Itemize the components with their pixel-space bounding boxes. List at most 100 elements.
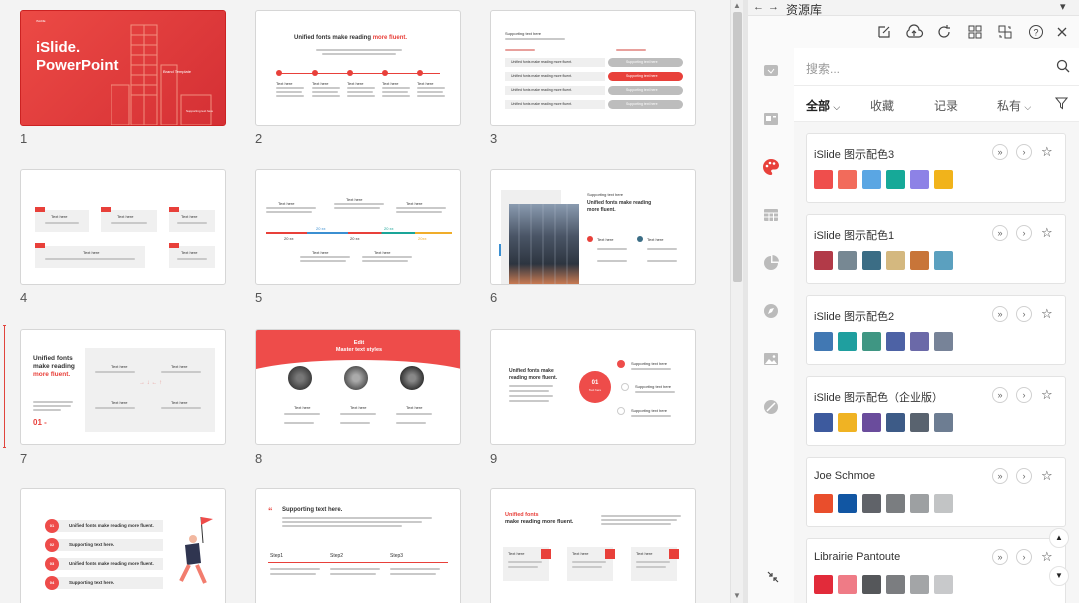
slide-thumbnail-3[interactable]: Supporting text here Unified fonts make … (490, 10, 696, 126)
apply-all-icon[interactable]: » (992, 549, 1008, 565)
scrollbar-thumb[interactable] (733, 12, 742, 282)
slide-thumbnail-11[interactable]: “ Supporting text here. Step1 Step2 Step… (255, 488, 461, 603)
color-swatch[interactable] (838, 494, 857, 513)
apply-all-icon[interactable]: » (992, 387, 1008, 403)
color-swatch[interactable] (934, 494, 953, 513)
color-swatch[interactable] (934, 332, 953, 351)
slide-thumbnail-5[interactable]: Text here Text here Text here Text here … (255, 169, 461, 285)
filter-history[interactable]: 记录 (934, 97, 958, 114)
palette-card[interactable]: iSlide 图示配色3 » › ☆ (806, 133, 1066, 203)
color-swatch[interactable] (910, 494, 929, 513)
filter-favorites[interactable]: 收藏 (870, 97, 894, 114)
color-swatch[interactable] (934, 251, 953, 270)
color-swatch[interactable] (838, 332, 857, 351)
collapse-panel-icon[interactable] (766, 570, 780, 584)
star-icon[interactable]: ☆ (1041, 306, 1053, 322)
palette-card[interactable]: Librairie Pantoute » › ☆ (806, 538, 1066, 603)
chevron-right-icon[interactable]: › (1016, 144, 1032, 160)
apply-all-icon[interactable]: » (992, 225, 1008, 241)
icon-library-icon[interactable] (762, 302, 780, 320)
color-swatch[interactable] (862, 413, 881, 432)
color-swatch[interactable] (862, 575, 881, 594)
slide-thumbnail-4[interactable]: Text here Text here Text here Text here … (20, 169, 226, 285)
color-swatch[interactable] (862, 170, 881, 189)
color-swatch[interactable] (910, 413, 929, 432)
star-icon[interactable]: ☆ (1041, 387, 1053, 403)
forward-arrow-icon[interactable]: → (768, 1, 779, 13)
slide-thumbnail-1[interactable]: iSlide. PowerPoint ISLIDE Brand Template… (20, 10, 226, 126)
star-icon[interactable]: ☆ (1041, 468, 1053, 484)
layout-icon[interactable] (762, 110, 780, 128)
color-swatch[interactable] (910, 170, 929, 189)
color-swatch[interactable] (886, 332, 905, 351)
help-icon[interactable]: ? (1028, 24, 1044, 40)
slide-thumbnail-7[interactable]: Unified fonts make reading more fluent. 0… (20, 329, 226, 445)
color-swatch[interactable] (814, 251, 833, 270)
color-swatch[interactable] (886, 170, 905, 189)
scroll-up-button[interactable]: ▲ (1049, 528, 1069, 548)
replace-icon[interactable] (997, 24, 1013, 40)
refresh-icon[interactable] (936, 24, 952, 40)
palette-card[interactable]: iSlide 图示配色（企业版） » › ☆ (806, 376, 1066, 446)
scroll-down-arrow-icon[interactable]: ▼ (733, 591, 741, 600)
panel-dropdown-icon[interactable]: ▾ (1060, 0, 1066, 13)
color-swatch[interactable] (910, 251, 929, 270)
image-icon[interactable] (762, 350, 780, 368)
slide-thumbnail-12[interactable]: Unified fonts make reading more fluent. T… (490, 488, 696, 603)
palette-card[interactable]: iSlide 图示配色1 » › ☆ (806, 214, 1066, 284)
star-icon[interactable]: ☆ (1041, 225, 1053, 241)
color-swatch[interactable] (838, 251, 857, 270)
chevron-right-icon[interactable]: › (1016, 549, 1032, 565)
theme-icon[interactable] (762, 62, 780, 80)
close-icon[interactable] (1054, 24, 1070, 40)
slide-thumbnail-8[interactable]: Edit Master text styles Text here Text h… (255, 329, 461, 445)
color-swatch[interactable] (934, 575, 953, 594)
color-swatch[interactable] (838, 170, 857, 189)
star-icon[interactable]: ☆ (1041, 144, 1053, 160)
chart-icon[interactable] (762, 254, 780, 272)
star-icon[interactable]: ☆ (1041, 549, 1053, 565)
edit-icon[interactable] (876, 24, 892, 40)
color-swatch[interactable] (838, 413, 857, 432)
grid-icon[interactable] (967, 24, 983, 40)
filter-funnel-icon[interactable] (1055, 97, 1068, 110)
color-swatch[interactable] (886, 575, 905, 594)
color-swatch[interactable] (886, 494, 905, 513)
search-input[interactable]: 搜索... (806, 60, 840, 77)
color-swatch[interactable] (862, 332, 881, 351)
filter-all[interactable]: 全部 ⌵ (806, 97, 840, 114)
slide-thumbnail-10[interactable]: 01 02 03 04 Unified fonts make reading m… (20, 488, 226, 603)
apply-all-icon[interactable]: » (992, 144, 1008, 160)
color-swatch[interactable] (814, 494, 833, 513)
back-arrow-icon[interactable]: ← (753, 1, 764, 13)
color-swatch[interactable] (862, 251, 881, 270)
palette-icon[interactable] (762, 158, 780, 176)
slide-thumbnail-9[interactable]: Unified fonts make reading more fluent. … (490, 329, 696, 445)
color-swatch[interactable] (934, 170, 953, 189)
upload-icon[interactable] (904, 24, 924, 40)
slide-thumbnail-6[interactable]: Supporting text here Unified fonts make … (490, 169, 696, 285)
color-swatch[interactable] (814, 332, 833, 351)
color-swatch[interactable] (814, 413, 833, 432)
chevron-right-icon[interactable]: › (1016, 468, 1032, 484)
apply-all-icon[interactable]: » (992, 468, 1008, 484)
color-swatch[interactable] (838, 575, 857, 594)
color-swatch[interactable] (886, 413, 905, 432)
illustration-icon[interactable] (762, 398, 780, 416)
palette-card[interactable]: Joe Schmoe » › ☆ (806, 457, 1066, 527)
search-bar[interactable]: 搜索... (794, 48, 1079, 86)
color-swatch[interactable] (934, 413, 953, 432)
color-swatch[interactable] (910, 332, 929, 351)
color-swatch[interactable] (862, 494, 881, 513)
table-icon[interactable] (762, 206, 780, 224)
color-swatch[interactable] (886, 251, 905, 270)
apply-all-icon[interactable]: » (992, 306, 1008, 322)
slide-thumbnail-2[interactable]: Unified fonts make reading more fluent. … (255, 10, 461, 126)
scroll-up-arrow-icon[interactable]: ▲ (733, 1, 741, 10)
vertical-scrollbar[interactable]: ▲ ▼ (730, 0, 743, 603)
color-swatch[interactable] (910, 575, 929, 594)
chevron-right-icon[interactable]: › (1016, 225, 1032, 241)
filter-private[interactable]: 私有 ⌵ (997, 97, 1031, 114)
color-swatch[interactable] (814, 575, 833, 594)
search-icon[interactable] (1056, 59, 1070, 73)
